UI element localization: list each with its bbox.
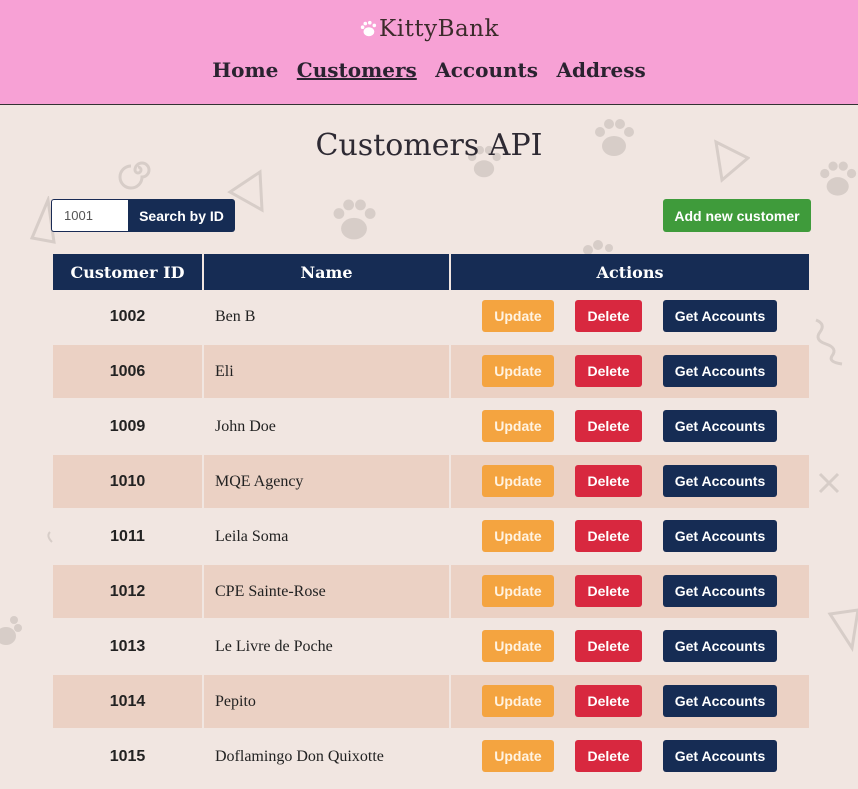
table-row: 1010 MQE Agency Update Delete Get Accoun…	[53, 454, 809, 510]
update-button[interactable]: Update	[482, 465, 554, 497]
get-accounts-button[interactable]: Get Accounts	[663, 575, 777, 607]
get-accounts-button[interactable]: Get Accounts	[663, 740, 777, 772]
nav-accounts[interactable]: Accounts	[435, 58, 538, 82]
customer-id-cell: 1006	[53, 344, 203, 400]
customer-name-cell: Ben B	[202, 290, 450, 345]
table-row: 1002 Ben B Update Delete Get Accounts	[53, 290, 809, 345]
customer-name-cell: MQE Agency	[202, 454, 450, 510]
table-header-row: Customer ID Name Actions	[53, 254, 809, 290]
customer-name-cell: Leila Soma	[202, 509, 450, 565]
search-input[interactable]	[51, 199, 129, 232]
delete-button[interactable]: Delete	[575, 355, 642, 387]
update-button[interactable]: Update	[482, 410, 554, 442]
actions-cell: Update Delete Get Accounts	[449, 564, 809, 620]
table-row: 1006 Eli Update Delete Get Accounts	[53, 344, 809, 400]
search-button[interactable]: Search by ID	[128, 199, 235, 232]
customer-id-cell: 1011	[53, 509, 203, 565]
table-row: 1012 CPE Sainte-Rose Update Delete Get A…	[53, 564, 809, 620]
table-row: 1013 Le Livre de Poche Update Delete Get…	[53, 619, 809, 675]
customer-name-cell: Doflamingo Don Quixotte	[202, 729, 450, 785]
nav-address[interactable]: Address	[556, 58, 645, 82]
actions-cell: Update Delete Get Accounts	[449, 454, 809, 510]
update-button[interactable]: Update	[482, 355, 554, 387]
get-accounts-button[interactable]: Get Accounts	[663, 630, 777, 662]
customer-name-cell: Le Livre de Poche	[202, 619, 450, 675]
update-button[interactable]: Update	[482, 630, 554, 662]
update-button[interactable]: Update	[482, 685, 554, 717]
customer-id-cell: 1010	[53, 454, 203, 510]
column-header-customer-id: Customer ID	[53, 254, 203, 290]
customer-name-cell: John Doe	[202, 399, 450, 455]
actions-cell: Update Delete Get Accounts	[449, 344, 809, 400]
page-title: Customers API	[315, 128, 543, 163]
actions-cell: Update Delete Get Accounts	[449, 674, 809, 730]
customer-id-cell: 1009	[53, 399, 203, 455]
get-accounts-button[interactable]: Get Accounts	[663, 520, 777, 552]
customer-name-cell: Pepito	[202, 674, 450, 730]
site-header: KittyBank Home Customers Accounts Addres…	[0, 0, 858, 105]
nav-customers[interactable]: Customers	[297, 58, 417, 82]
table-row: 1009 John Doe Update Delete Get Accounts	[53, 399, 809, 455]
paw-decoration-icon	[583, 240, 613, 255]
customer-id-cell: 1002	[53, 290, 203, 345]
get-accounts-button[interactable]: Get Accounts	[663, 300, 777, 332]
customer-name-cell: Eli	[202, 344, 450, 400]
actions-cell: Update Delete Get Accounts	[449, 399, 809, 455]
squiggle-decoration-icon	[815, 318, 843, 366]
logo-text: KittyBank	[379, 16, 499, 42]
get-accounts-button[interactable]: Get Accounts	[663, 685, 777, 717]
delete-button[interactable]: Delete	[575, 630, 642, 662]
column-header-actions: Actions	[449, 254, 809, 290]
update-button[interactable]: Update	[482, 575, 554, 607]
paw-logo-icon	[360, 20, 377, 37]
delete-button[interactable]: Delete	[575, 465, 642, 497]
delete-button[interactable]: Delete	[575, 520, 642, 552]
customers-table: Customer ID Name Actions 1002 Ben B Upda…	[53, 254, 809, 785]
delete-button[interactable]: Delete	[575, 575, 642, 607]
update-button[interactable]: Update	[482, 520, 554, 552]
customer-id-cell: 1012	[53, 564, 203, 620]
nav-home[interactable]: Home	[212, 58, 278, 82]
update-button[interactable]: Update	[482, 740, 554, 772]
column-header-name: Name	[202, 254, 450, 290]
actions-cell: Update Delete Get Accounts	[449, 290, 809, 345]
delete-button[interactable]: Delete	[575, 300, 642, 332]
customer-id-cell: 1014	[53, 674, 203, 730]
table-row: 1011 Leila Soma Update Delete Get Accoun…	[53, 509, 809, 565]
get-accounts-button[interactable]: Get Accounts	[663, 465, 777, 497]
add-customer-button[interactable]: Add new customer	[663, 199, 811, 232]
table-row: 1015 Doflamingo Don Quixotte Update Dele…	[53, 729, 809, 785]
get-accounts-button[interactable]: Get Accounts	[663, 355, 777, 387]
main-nav: Home Customers Accounts Address	[0, 58, 858, 82]
delete-button[interactable]: Delete	[575, 410, 642, 442]
customer-id-cell: 1013	[53, 619, 203, 675]
update-button[interactable]: Update	[482, 300, 554, 332]
cross-decoration-icon	[818, 472, 840, 494]
actions-cell: Update Delete Get Accounts	[449, 729, 809, 785]
triangle-decoration-icon	[827, 608, 858, 652]
actions-cell: Update Delete Get Accounts	[449, 509, 809, 565]
delete-button[interactable]: Delete	[575, 740, 642, 772]
table-row: 1014 Pepito Update Delete Get Accounts	[53, 674, 809, 730]
paw-decoration-icon	[0, 616, 22, 645]
logo[interactable]: KittyBank	[0, 16, 858, 42]
get-accounts-button[interactable]: Get Accounts	[663, 410, 777, 442]
actions-cell: Update Delete Get Accounts	[449, 619, 809, 675]
paw-decoration-icon	[333, 199, 376, 240]
customer-name-cell: CPE Sainte-Rose	[202, 564, 450, 620]
delete-button[interactable]: Delete	[575, 685, 642, 717]
customer-id-cell: 1015	[53, 729, 203, 785]
